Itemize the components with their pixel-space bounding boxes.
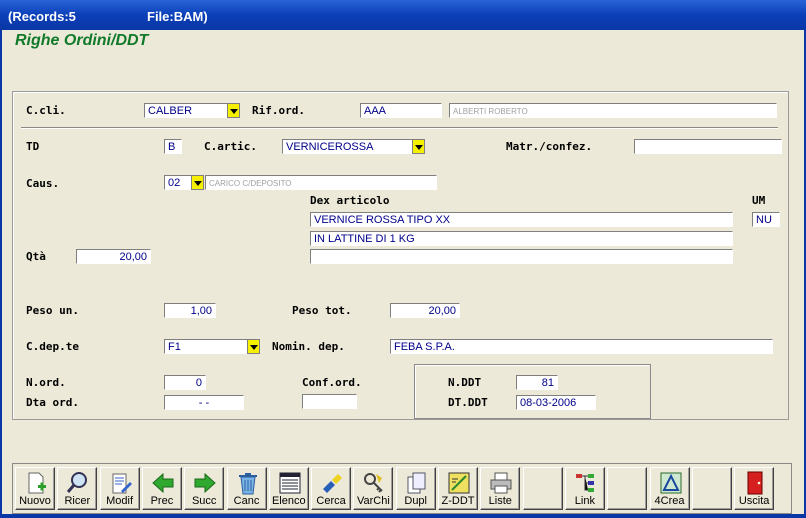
nddt-input[interactable]: 81 xyxy=(516,375,558,390)
cartic-dropdown-button[interactable] xyxy=(412,139,425,154)
succ-button[interactable]: Succ xyxy=(184,467,225,510)
uscita-button[interactable]: Uscita xyxy=(734,467,775,510)
toolbar-button-label: Nuovo xyxy=(19,495,51,507)
ccli-select[interactable]: CALBER xyxy=(144,103,228,118)
td-input[interactable]: B xyxy=(164,139,182,154)
caus-description: CARICO C/DEPOSITO xyxy=(205,175,437,190)
toolbar-button-label: Elenco xyxy=(271,495,306,507)
nomdep-label: Nomin. dep. xyxy=(272,340,345,353)
pesotot-input[interactable]: 20,00 xyxy=(390,303,460,318)
toolbar-button-label: Z-DDT xyxy=(441,495,475,507)
varchi-button[interactable]: VarChi xyxy=(353,467,394,510)
dtddt-input[interactable]: 08-03-2006 xyxy=(516,395,596,410)
file-name: File:BAM) xyxy=(147,9,208,24)
search-icon xyxy=(66,471,90,495)
um-label: UM xyxy=(752,194,766,207)
elenco-button[interactable]: Elenco xyxy=(268,467,309,510)
toolbar-button-label: Dupl xyxy=(404,495,427,507)
qta-input[interactable]: 20,00 xyxy=(76,249,151,264)
4crea-button[interactable]: 4Crea xyxy=(649,467,690,510)
title-bar: (Records:5 File:BAM) xyxy=(0,0,806,30)
caus-dropdown-button[interactable] xyxy=(191,175,204,190)
riford-description: ALBERTI ROBERTO xyxy=(449,103,777,118)
toolbar-button-label: VarChi xyxy=(356,495,390,507)
link-tree-icon xyxy=(574,471,598,495)
cartic-label: C.artic. xyxy=(204,140,257,153)
nuovo-button[interactable]: Nuovo xyxy=(15,467,55,510)
cdep-label: C.dep.te xyxy=(26,340,79,353)
link-button[interactable]: Link xyxy=(564,467,605,510)
cartic-select[interactable]: VERNICEROSSA xyxy=(282,139,413,154)
ccli-label: C.cli. xyxy=(26,104,66,117)
qta-label: Qtà xyxy=(26,250,46,263)
nord-input[interactable]: 0 xyxy=(164,375,206,390)
pesoun-label: Peso un. xyxy=(26,304,79,317)
conford-input[interactable] xyxy=(302,394,357,409)
ddt-group xyxy=(414,364,651,419)
nddt-label: N.DDT xyxy=(448,376,482,389)
liste-button[interactable]: Liste xyxy=(480,467,521,510)
toolbar-button-label: Modif xyxy=(106,495,134,507)
conford-label: Conf.ord. xyxy=(302,376,362,389)
pesoun-input[interactable]: 1,00 xyxy=(164,303,216,318)
dtaord-label: Dta ord. xyxy=(26,396,79,409)
empty-toolbar-slot xyxy=(522,467,563,510)
pesotot-label: Peso tot. xyxy=(292,304,352,317)
caus-select[interactable]: 02 xyxy=(164,175,192,190)
riford-label: Rif.ord. xyxy=(252,104,305,117)
empty-toolbar-slot xyxy=(691,467,732,510)
page-title: Righe Ordini/DDT xyxy=(15,32,149,49)
keys-icon xyxy=(362,471,386,495)
ddt-icon xyxy=(447,471,471,495)
dex-line-1[interactable]: VERNICE ROSSA TIPO XX xyxy=(310,212,733,227)
list-icon xyxy=(278,471,302,495)
cerca-button[interactable]: Cerca xyxy=(311,467,352,510)
empty-toolbar-slot xyxy=(607,467,648,510)
cdep-dropdown-button[interactable] xyxy=(247,339,260,354)
toolbar-button-label: Canc xyxy=(233,495,260,507)
prec-button[interactable]: Prec xyxy=(141,467,182,510)
divider xyxy=(21,127,778,129)
printer-icon xyxy=(489,471,513,495)
dex-line-3[interactable] xyxy=(310,249,733,264)
caus-label: Caus. xyxy=(26,177,60,190)
nord-label: N.ord. xyxy=(26,376,66,389)
arrow-right-icon xyxy=(193,471,217,495)
new-document-icon xyxy=(24,471,48,495)
canc-button[interactable]: Canc xyxy=(226,467,267,510)
dex-line-2[interactable]: IN LATTINE DI 1 KG xyxy=(310,231,733,246)
ricer-button[interactable]: Ricer xyxy=(57,467,98,510)
dupl-button[interactable]: Dupl xyxy=(395,467,436,510)
exit-door-icon xyxy=(743,471,767,495)
toolbar-button-label: Uscita xyxy=(738,495,770,507)
z-ddt-button[interactable]: Z-DDT xyxy=(438,467,478,510)
arrow-left-icon xyxy=(151,471,175,495)
toolbar-button-label: Prec xyxy=(150,495,174,507)
toolbar-button-label: Cerca xyxy=(316,495,346,507)
matr-input[interactable] xyxy=(634,139,782,154)
records-count: (Records:5 xyxy=(8,9,76,24)
dtddt-label: DT.DDT xyxy=(448,396,488,409)
dex-label: Dex articolo xyxy=(310,194,390,207)
toolbar-button-label: Succ xyxy=(191,495,217,507)
toolbar-button-label: Link xyxy=(574,495,595,507)
cdep-select[interactable]: F1 xyxy=(164,339,248,354)
um-input[interactable]: NU xyxy=(752,212,780,227)
create-icon xyxy=(659,471,683,495)
td-label: TD xyxy=(26,140,40,153)
edit-icon xyxy=(109,471,133,495)
modif-button[interactable]: Modif xyxy=(99,467,140,510)
toolbar-button-label: 4Crea xyxy=(654,495,685,507)
toolbar-button-label: Ricer xyxy=(64,495,91,507)
dtaord-input[interactable]: - - xyxy=(164,395,244,410)
duplicate-icon xyxy=(405,471,429,495)
riford-input[interactable]: AAA xyxy=(360,103,442,118)
trash-icon xyxy=(236,471,260,495)
search-flashlight-icon xyxy=(320,471,344,495)
nomdep-input[interactable]: FEBA S.P.A. xyxy=(390,339,773,354)
toolbar-button-label: Liste xyxy=(488,495,512,507)
ccli-dropdown-button[interactable] xyxy=(227,103,240,118)
matr-label: Matr./confez. xyxy=(506,140,593,153)
